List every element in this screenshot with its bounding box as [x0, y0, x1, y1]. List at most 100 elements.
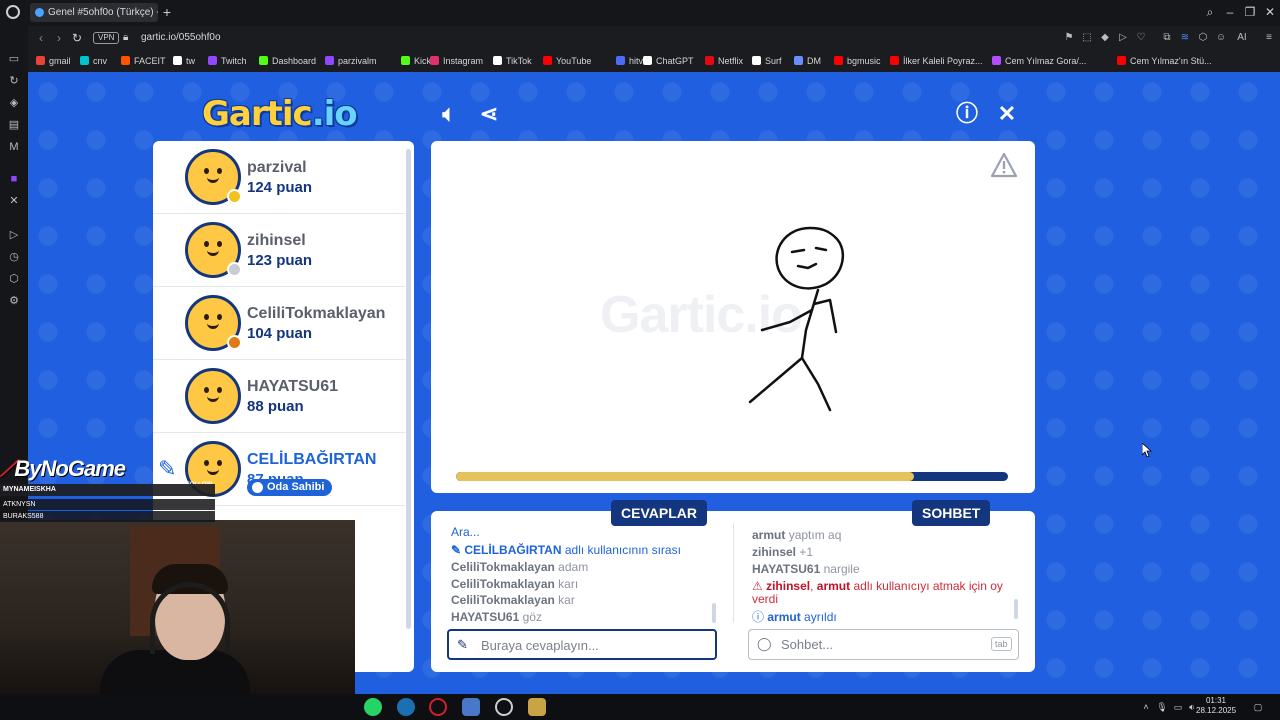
- bookmark-item[interactable]: tw: [173, 54, 195, 68]
- chat-line: zihinsel +1: [752, 544, 813, 560]
- shield-icon[interactable]: ◆: [1098, 31, 1112, 45]
- league-icon[interactable]: [528, 698, 546, 716]
- follower-row: MYNAMEISKHA: [0, 484, 215, 496]
- x-icon[interactable]: ✕: [7, 194, 21, 208]
- whatsapp-icon[interactable]: [364, 698, 382, 716]
- history-icon[interactable]: ◷: [7, 250, 21, 264]
- bookmark-item[interactable]: parzivalm: [325, 54, 377, 68]
- mic-icon[interactable]: 🎙︎: [1156, 701, 1168, 713]
- maximize-button[interactable]: ❐: [1242, 4, 1258, 20]
- bookmark-item[interactable]: Twitch: [208, 54, 247, 68]
- player-icon[interactable]: ▤: [7, 118, 21, 132]
- bookmark-item[interactable]: Dashboard: [259, 54, 316, 68]
- player-row[interactable]: CeliliTokmaklayan 104 puan: [153, 287, 405, 360]
- bookmark-item[interactable]: ChatGPT: [643, 54, 694, 68]
- gartic-logo[interactable]: Gartic.io: [202, 94, 358, 134]
- chat-text: verdi: [752, 592, 779, 606]
- bookmark-favicon-icon: [752, 56, 761, 65]
- messenger-icon[interactable]: ▭: [7, 52, 21, 66]
- player-score: 104 puan: [247, 325, 313, 342]
- m-icon[interactable]: M: [7, 140, 21, 154]
- extension-icon[interactable]: ⧉: [1160, 31, 1174, 45]
- answers-scrollbar[interactable]: [712, 603, 716, 623]
- info-icon[interactable]: ⓘ: [953, 100, 981, 128]
- bookmark-favicon-icon: [616, 56, 625, 65]
- settings-gear-icon[interactable]: ⚙: [7, 294, 21, 308]
- player-list-scrollbar[interactable]: [406, 149, 411, 629]
- bookmark-item[interactable]: FACEIT: [121, 54, 166, 68]
- url-field[interactable]: gartic.io/055ohf0o: [141, 31, 221, 45]
- bookmark-item[interactable]: hitv: [616, 54, 643, 68]
- bookmark-item[interactable]: bgmusic: [834, 54, 881, 68]
- bookmark-item[interactable]: Kick: [401, 54, 431, 68]
- close-window-button[interactable]: ✕: [1262, 4, 1278, 20]
- bookmark-item[interactable]: Cem Yılmaz'ın Stü...: [1117, 54, 1212, 68]
- report-warning-icon[interactable]: [990, 152, 1018, 178]
- chat-scrollbar[interactable]: [1014, 599, 1018, 619]
- answers-title: CEVAPLAR: [611, 500, 707, 526]
- browser-tab[interactable]: Genel #5ohf0o (Türkçe) -: [30, 3, 158, 22]
- steam-icon[interactable]: [397, 698, 415, 716]
- player-row[interactable]: HAYATSU61 88 puan: [153, 360, 405, 433]
- bynogame-logo-icon: ⟋: [0, 456, 15, 481]
- bookmark-item[interactable]: gmail: [36, 54, 71, 68]
- player-score: 123 puan: [247, 252, 313, 269]
- new-tab-button[interactable]: +: [160, 4, 174, 20]
- bookmark-label: Kick: [414, 56, 432, 66]
- forward-button[interactable]: ›: [52, 31, 66, 45]
- bookmark-item[interactable]: Netflix: [705, 54, 743, 68]
- player-row[interactable]: parzival 124 puan: [153, 141, 405, 214]
- twitch-icon[interactable]: ■: [7, 172, 21, 186]
- menu-icon[interactable]: ≡: [1262, 31, 1276, 45]
- bookmark-item[interactable]: Cem Yılmaz Gora/...: [992, 54, 1086, 68]
- refresh-panel-icon[interactable]: ↻: [7, 74, 21, 88]
- vpn-badge[interactable]: VPN: [93, 32, 120, 44]
- bookmark-icon[interactable]: ⚑: [1062, 31, 1076, 45]
- back-button[interactable]: ‹: [34, 31, 48, 45]
- answer-input[interactable]: ✎ Buraya cevaplayın...: [447, 629, 717, 660]
- audio-icon[interactable]: ≋: [1178, 31, 1192, 45]
- profile-icon[interactable]: ☺: [1214, 31, 1228, 45]
- network-icon[interactable]: ▭: [1172, 701, 1184, 713]
- bookmark-favicon-icon: [890, 56, 899, 65]
- answer-name: CeliliTokmaklayan: [451, 593, 555, 607]
- opera-taskbar-icon[interactable]: [429, 698, 447, 716]
- close-icon[interactable]: ✕: [993, 100, 1021, 128]
- bookmark-item[interactable]: TikTok: [493, 54, 532, 68]
- bookmark-favicon-icon: [834, 56, 843, 65]
- obs-icon[interactable]: [495, 698, 513, 716]
- extensions-icon[interactable]: ⬡: [7, 272, 21, 286]
- bookmark-label: İlker Kaleli Poyraz...: [903, 56, 983, 66]
- clock[interactable]: 01:31 28.12.2025: [1196, 696, 1236, 716]
- info-small-icon: ⓘ: [752, 610, 768, 624]
- bookmark-item[interactable]: DM: [794, 54, 821, 68]
- bookmark-item[interactable]: cnv: [80, 54, 107, 68]
- bookmark-item[interactable]: YouTube: [543, 54, 591, 68]
- minimize-button[interactable]: –: [1222, 4, 1238, 20]
- opera-logo-icon[interactable]: [6, 5, 20, 19]
- reload-button[interactable]: ↻: [70, 31, 84, 45]
- favicon-icon: [35, 8, 44, 17]
- chat-input[interactable]: ◯ Sohbet...: [748, 629, 1019, 660]
- lock-icon[interactable]: 🔒︎: [123, 31, 135, 45]
- search-icon[interactable]: ⌕: [1202, 4, 1218, 20]
- heart-icon[interactable]: ♡: [1134, 31, 1148, 45]
- snapshot-icon[interactable]: ⬚: [1080, 31, 1094, 45]
- rank-badge: [227, 189, 242, 204]
- player-row[interactable]: zihinsel 123 puan: [153, 214, 405, 287]
- crypto-wallet-icon[interactable]: ◈: [7, 96, 21, 110]
- play-toolbar-icon[interactable]: ▷: [1116, 31, 1130, 45]
- bookmark-item[interactable]: Surf: [752, 54, 782, 68]
- chat-vote-line: ⚠ zihinsel, armut adlı kullanıcıyı atmak…: [752, 579, 1003, 593]
- notifications-icon[interactable]: ▢: [1252, 701, 1264, 713]
- tray-chevron-icon[interactable]: ˄: [1140, 701, 1152, 713]
- ai-button[interactable]: AI: [1232, 31, 1252, 45]
- bookmark-item[interactable]: Instagram: [430, 54, 483, 68]
- puzzle-icon[interactable]: ⬡: [1196, 31, 1210, 45]
- share-icon[interactable]: ⋖: [475, 100, 503, 128]
- app-icon[interactable]: [462, 698, 480, 716]
- chat-text: yaptım aq: [788, 528, 842, 542]
- sound-icon[interactable]: 🔈︎: [435, 100, 463, 128]
- bookmark-item[interactable]: İlker Kaleli Poyraz...: [890, 54, 983, 68]
- play-icon[interactable]: ▷: [7, 228, 21, 242]
